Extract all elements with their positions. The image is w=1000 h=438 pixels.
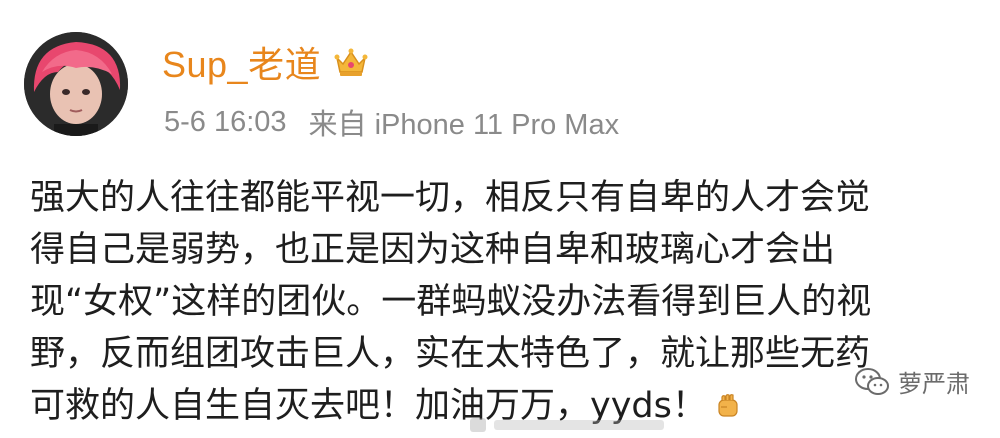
post-source: 来自 iPhone 11 Pro Max (308, 109, 620, 141)
wechat-watermark: 萝严肃 (854, 364, 970, 399)
wechat-icon (854, 367, 890, 397)
post-meta: 5-6 16:03 来自 iPhone 11 Pro Max (164, 102, 619, 142)
post-text-line: 现“女权”这样的团伙。一群蚂蚁没办法看得到巨人的视 (30, 282, 872, 322)
fist-emoji-icon (713, 384, 743, 417)
post-timestamp: 5-6 16:03 (164, 105, 287, 138)
watermark-label: 萝严肃 (898, 370, 970, 398)
username[interactable]: Sup_老道 (162, 36, 321, 88)
post-text-line: 得自己是弱势，也正是因为这种自卑和玻璃心才会出 (30, 230, 836, 270)
faint-watermark (470, 414, 670, 434)
post-text-line: 野，反而组团攻击巨人，实在太特色了，就让那些无药 (30, 334, 871, 374)
user-avatar[interactable] (24, 32, 128, 136)
weibo-post-card: Sup_老道 5-6 16:03 来自 iPhone 11 Pro Max 强大… (0, 0, 1000, 434)
crown-vip-icon[interactable] (333, 44, 369, 80)
post-text-line: 强大的人往往都能平视一切，相反只有自卑的人才会觉 (30, 178, 871, 218)
username-row: Sup_老道 (162, 38, 369, 86)
avatar-pink-hair-icon (24, 32, 128, 136)
post-body: 强大的人往往都能平视一切，相反只有自卑的人才会觉 得自己是弱势，也正是因为这种自… (30, 172, 990, 432)
